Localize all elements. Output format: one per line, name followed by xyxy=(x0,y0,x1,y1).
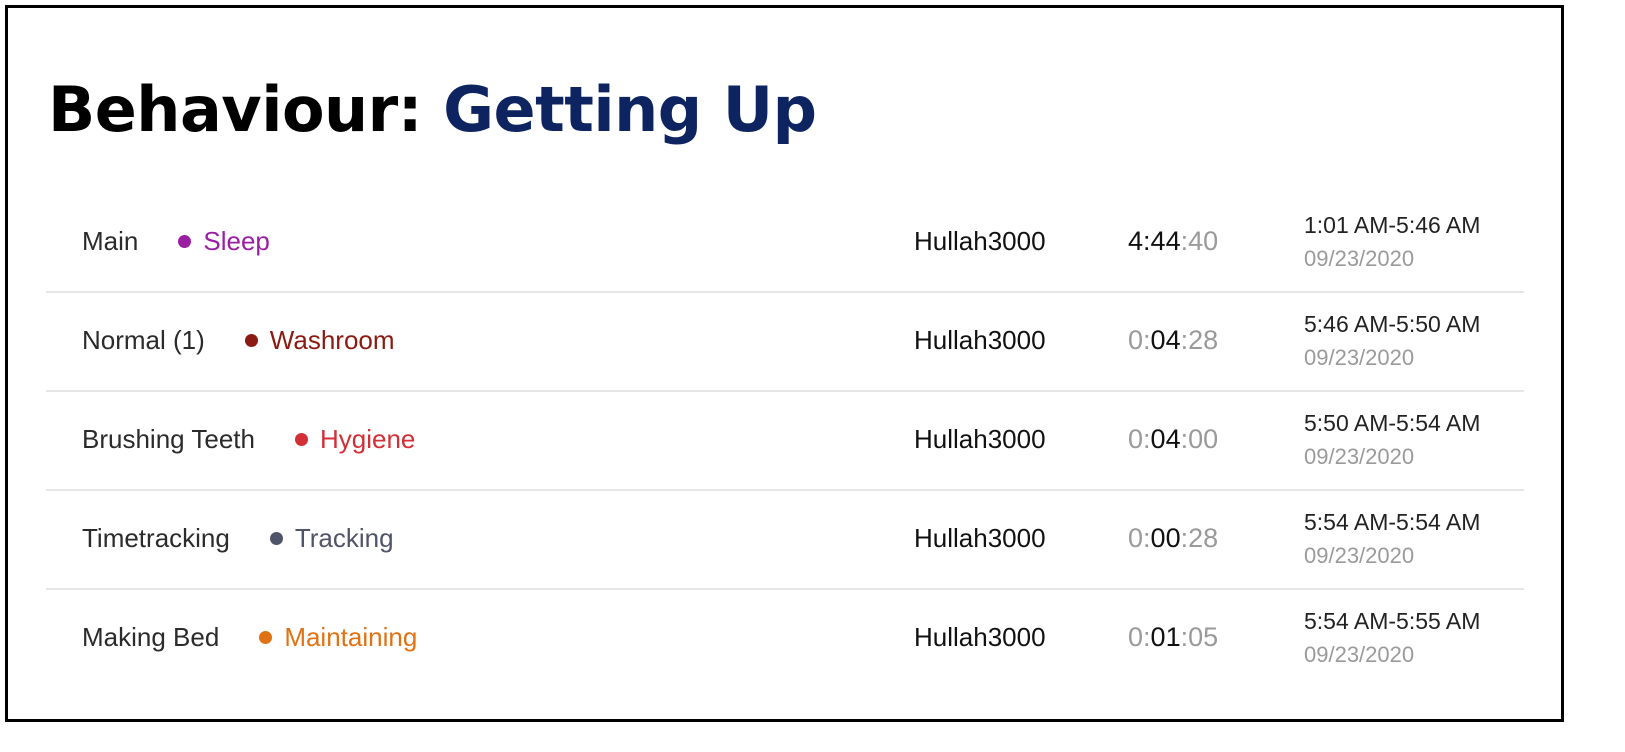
activity-name: Timetracking xyxy=(82,523,230,553)
duration-minutes: 00 xyxy=(1150,523,1181,553)
entry-label: Making Bed Maintaining xyxy=(82,622,417,653)
duration-seconds: 00 xyxy=(1188,424,1219,454)
duration-separator: : xyxy=(1143,424,1151,454)
duration: 0:04:28 xyxy=(1128,325,1218,356)
time-range: 5:50 AM-5:54 AM xyxy=(1304,410,1481,436)
category-name: Sleep xyxy=(203,226,270,256)
time-range: 5:54 AM-5:54 AM xyxy=(1304,509,1481,535)
entry-label: Timetracking Tracking xyxy=(82,523,394,554)
duration-minutes: 01 xyxy=(1150,622,1181,652)
duration: 0:01:05 xyxy=(1128,622,1218,653)
user-name: Hullah3000 xyxy=(914,226,1046,256)
category-name: Hygiene xyxy=(319,424,416,454)
entry-date: 09/23/2020 xyxy=(1304,246,1415,271)
user-name: Hullah3000 xyxy=(914,325,1046,355)
category-name: Tracking xyxy=(294,523,394,553)
time-range: 5:54 AM-5:55 AM xyxy=(1304,608,1481,634)
category-dot-icon xyxy=(294,433,308,446)
duration-seconds: 28 xyxy=(1188,523,1219,553)
time-entry-row[interactable]: Making Bed Maintaining Hullah3000 0:01:0… xyxy=(46,590,1524,687)
duration-minutes: 44 xyxy=(1150,226,1181,256)
duration-minutes: 04 xyxy=(1150,424,1181,454)
time-range: 5:46 AM-5:50 AM xyxy=(1304,311,1481,337)
time-entry-row[interactable]: Normal (1) Washroom Hullah3000 0:04:28 5… xyxy=(46,293,1524,392)
duration-hours: 0 xyxy=(1128,325,1144,355)
duration: 4:44:40 xyxy=(1128,226,1218,257)
duration-separator: : xyxy=(1180,424,1189,454)
duration: 0:00:28 xyxy=(1128,523,1218,554)
user-name: Hullah3000 xyxy=(914,622,1046,652)
duration-minutes: 04 xyxy=(1150,325,1181,355)
title-prefix: Behaviour: xyxy=(48,73,423,146)
entry-date: 09/23/2020 xyxy=(1304,543,1415,568)
duration-hours: 0 xyxy=(1128,622,1144,652)
duration-separator: : xyxy=(1143,622,1151,652)
entry-date: 09/23/2020 xyxy=(1304,345,1415,370)
activity-name: Normal (1) xyxy=(82,325,205,355)
time-info: 5:54 AM-5:54 AM 09/23/2020 xyxy=(1304,509,1480,569)
duration-hours: 4 xyxy=(1128,226,1144,256)
entry-date: 09/23/2020 xyxy=(1304,444,1415,469)
activity-name: Brushing Teeth xyxy=(82,424,255,454)
page-title: Behaviour: Getting Up xyxy=(48,72,817,148)
time-entry-row[interactable]: Main Sleep Hullah3000 4:44:40 1:01 AM-5:… xyxy=(46,194,1524,293)
category-tag: Hygiene xyxy=(294,424,416,455)
duration-separator: : xyxy=(1180,325,1189,355)
category-dot-icon xyxy=(269,532,283,545)
time-range: 1:01 AM-5:46 AM xyxy=(1304,212,1481,238)
category-dot-icon xyxy=(244,334,258,347)
entry-label: Main Sleep xyxy=(82,226,270,257)
user-name: Hullah3000 xyxy=(914,523,1046,553)
duration-seconds: 05 xyxy=(1188,622,1219,652)
duration-seconds: 40 xyxy=(1188,226,1219,256)
time-entry-list: Main Sleep Hullah3000 4:44:40 1:01 AM-5:… xyxy=(46,194,1524,687)
category-tag: Maintaining xyxy=(259,622,417,653)
duration-hours: 0 xyxy=(1128,523,1144,553)
time-info: 5:54 AM-5:55 AM 09/23/2020 xyxy=(1304,608,1480,668)
category-tag: Washroom xyxy=(244,325,395,356)
duration-seconds: 28 xyxy=(1188,325,1219,355)
activity-name: Main xyxy=(82,226,139,256)
user-name: Hullah3000 xyxy=(914,424,1046,454)
title-behaviour-name: Getting Up xyxy=(443,73,817,146)
category-name: Maintaining xyxy=(284,622,418,652)
entry-date: 09/23/2020 xyxy=(1304,642,1415,667)
duration-separator: : xyxy=(1143,523,1151,553)
time-entry-row[interactable]: Brushing Teeth Hygiene Hullah3000 0:04:0… xyxy=(46,392,1524,491)
category-name: Washroom xyxy=(269,325,395,355)
duration-separator: : xyxy=(1180,622,1189,652)
time-entry-row[interactable]: Timetracking Tracking Hullah3000 0:00:28… xyxy=(46,491,1524,590)
duration-separator: : xyxy=(1180,523,1189,553)
duration-hours: 0 xyxy=(1128,424,1144,454)
duration-separator: : xyxy=(1180,226,1189,256)
category-tag: Tracking xyxy=(269,523,394,554)
category-dot-icon xyxy=(259,631,273,644)
duration-separator: : xyxy=(1143,325,1151,355)
entry-label: Normal (1) Washroom xyxy=(82,325,395,356)
time-info: 5:46 AM-5:50 AM 09/23/2020 xyxy=(1304,311,1480,371)
category-tag: Sleep xyxy=(178,226,270,257)
category-dot-icon xyxy=(178,235,192,248)
duration-separator: : xyxy=(1143,226,1151,256)
activity-name: Making Bed xyxy=(82,622,220,652)
entry-label: Brushing Teeth Hygiene xyxy=(82,424,415,455)
time-info: 5:50 AM-5:54 AM 09/23/2020 xyxy=(1304,410,1480,470)
time-info: 1:01 AM-5:46 AM 09/23/2020 xyxy=(1304,212,1480,272)
duration: 0:04:00 xyxy=(1128,424,1218,455)
